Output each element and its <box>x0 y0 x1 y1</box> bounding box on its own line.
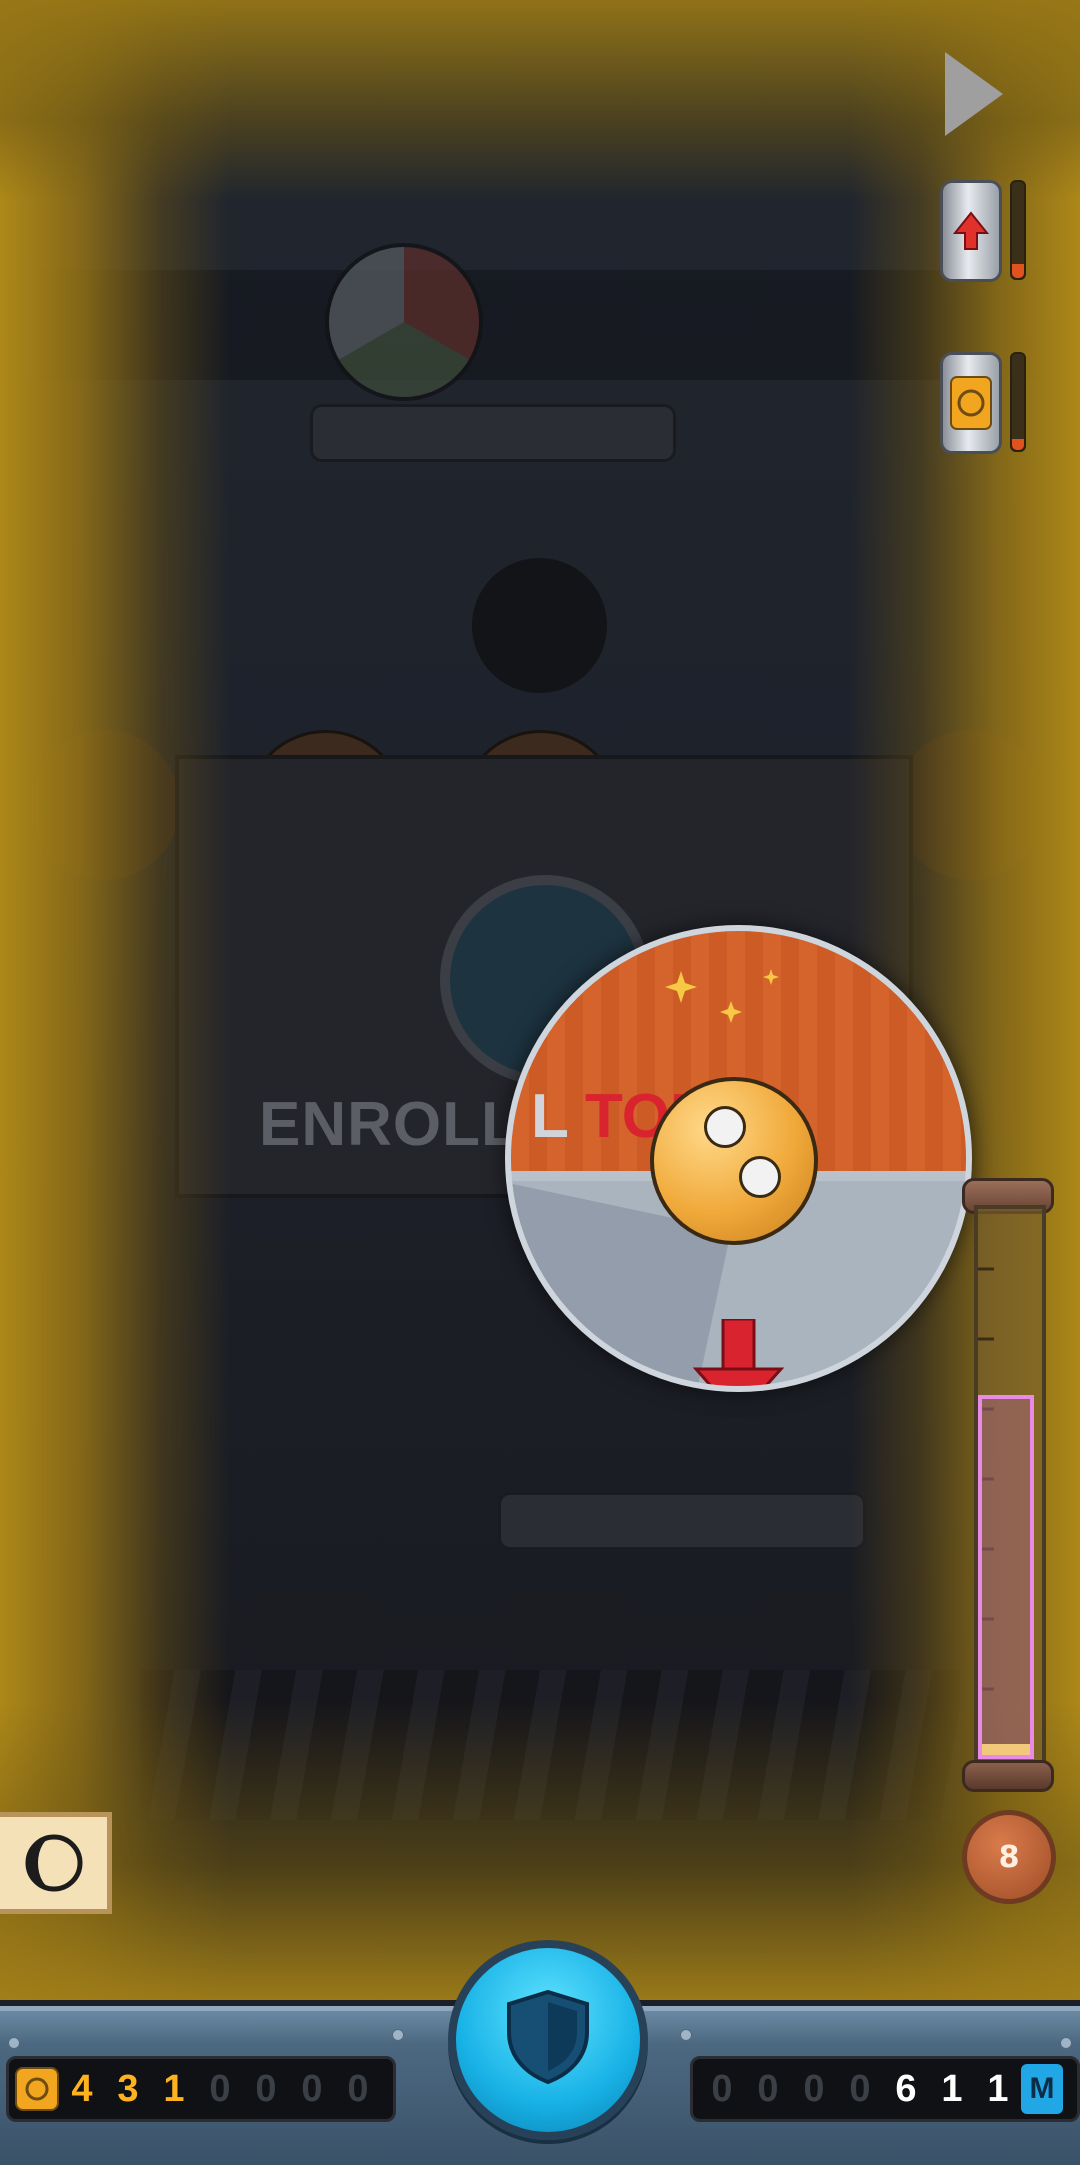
level-badge: 8 <box>962 1810 1056 1904</box>
bolt <box>1060 2037 1072 2049</box>
boost-meter <box>1010 180 1026 280</box>
powerup-coin-canister[interactable] <box>940 352 1002 454</box>
bolt <box>392 2029 404 2041</box>
player-eye <box>739 1156 781 1198</box>
powerup-boost-canister[interactable] <box>940 180 1002 282</box>
coin-digit: 0 <box>209 2067 231 2110</box>
sparkle-icon <box>665 969 779 1023</box>
beach-ball <box>325 243 483 401</box>
distance-counter: 0 0 0 0 6 1 1 M <box>690 2056 1080 2122</box>
coin-digit: 4 <box>71 2067 93 2110</box>
coin-icon <box>950 376 992 430</box>
poster-title: ENROLL <box>259 1090 520 1159</box>
play-icon[interactable] <box>945 52 1003 136</box>
player-eye <box>704 1106 746 1148</box>
distance-digit: 0 <box>757 2067 779 2110</box>
shield-button[interactable] <box>448 1940 648 2140</box>
down-arrow-icon <box>692 1319 785 1386</box>
tube-base <box>962 1760 1054 1792</box>
coin-meter <box>1010 352 1026 452</box>
distance-digit: 1 <box>941 2067 963 2110</box>
power-tube-level <box>982 1744 1030 1755</box>
coin-icon <box>15 2067 59 2111</box>
coin-meter-fill <box>1012 439 1024 450</box>
level-number: 8 <box>998 1839 1020 1875</box>
game-scene[interactable]: ENROLL L TOD! <box>0 0 1080 2000</box>
arrow-up-icon <box>952 211 990 250</box>
bolt <box>680 2029 692 2041</box>
player-ball[interactable] <box>650 1077 818 1245</box>
moon-icon <box>25 1834 82 1892</box>
distance-digit: 1 <box>987 2067 1009 2110</box>
coin-digit: 0 <box>255 2067 277 2110</box>
coin-digit: 1 <box>163 2067 185 2110</box>
distance-digit: 0 <box>711 2067 733 2110</box>
distance-digit: 6 <box>895 2067 917 2110</box>
coin-counter: 4 3 1 0 0 0 0 <box>6 2056 396 2122</box>
coin-digit: 0 <box>301 2067 323 2110</box>
platform-bottom <box>498 1492 866 1550</box>
coin-digit: 3 <box>117 2067 139 2110</box>
platform-top <box>310 404 676 462</box>
distance-digit: 0 <box>803 2067 825 2110</box>
boost-meter-fill <box>1012 264 1024 278</box>
dark-orb <box>472 558 607 693</box>
meters-unit-badge: M <box>1021 2064 1063 2114</box>
distance-digit: 0 <box>849 2067 871 2110</box>
shield-icon <box>507 1989 589 2085</box>
night-mode-button[interactable] <box>0 1812 112 1914</box>
coin-digit: 0 <box>347 2067 369 2110</box>
power-tube-fill <box>978 1395 1034 1759</box>
vignette-top <box>0 0 1080 200</box>
bolt <box>8 2037 20 2049</box>
